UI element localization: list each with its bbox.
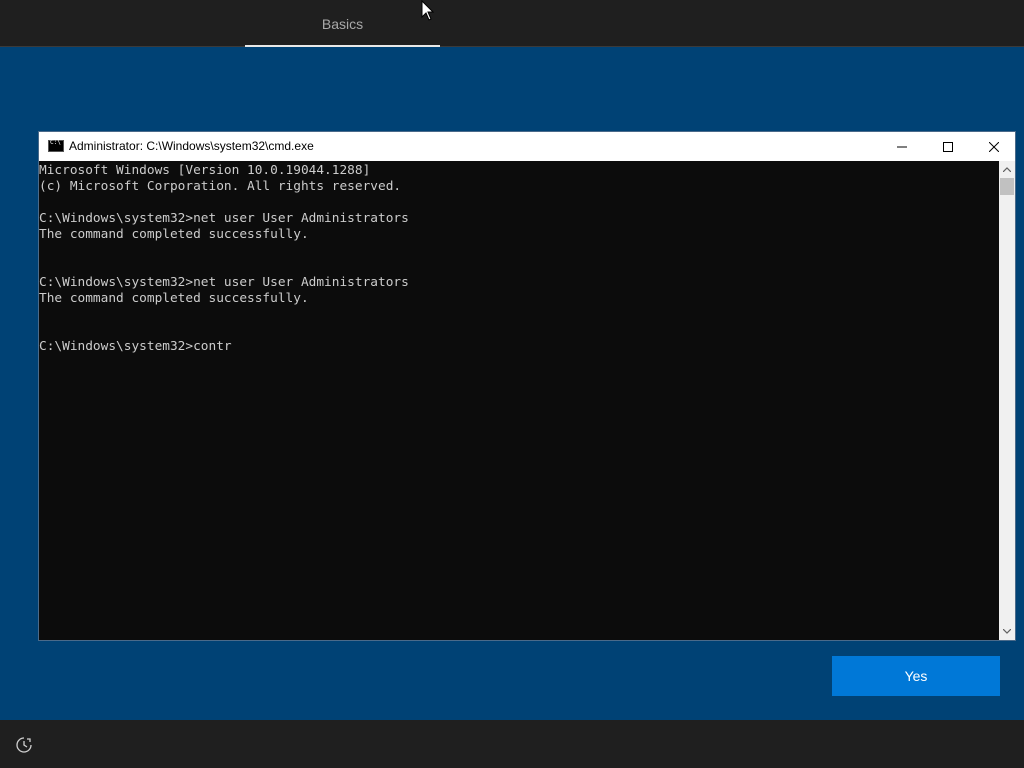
console-input-line[interactable]: C:\Windows\system32>contr — [39, 339, 999, 355]
tab-active-indicator — [245, 45, 440, 47]
console-line: The command completed successfully. — [39, 227, 309, 242]
console-line: C:\Windows\system32>net user User Admini… — [39, 275, 409, 290]
chevron-up-icon — [1003, 167, 1011, 172]
vertical-scrollbar[interactable] — [999, 161, 1015, 640]
close-button[interactable] — [971, 132, 1017, 161]
close-icon — [989, 141, 999, 152]
tab-basics: Basics — [321, 16, 364, 32]
bottom-bar — [0, 720, 1024, 768]
scroll-down-button[interactable] — [999, 623, 1015, 640]
minimize-button[interactable] — [879, 132, 925, 161]
console-line: (c) Microsoft Corporation. All rights re… — [39, 179, 402, 194]
cmd-window[interactable]: Administrator: C:\Windows\system32\cmd.e… — [38, 131, 1016, 641]
console-line: The command completed successfully. — [39, 291, 309, 306]
cmd-window-title: Administrator: C:\Windows\system32\cmd.e… — [69, 139, 314, 153]
scroll-up-button[interactable] — [999, 161, 1015, 178]
cmd-titlebar[interactable]: Administrator: C:\Windows\system32\cmd.e… — [39, 132, 1015, 161]
console-line: C:\Windows\system32>net user User Admini… — [39, 211, 409, 226]
cmd-app-icon — [48, 139, 64, 152]
maximize-icon — [943, 141, 953, 152]
mouse-cursor-icon — [421, 0, 435, 21]
yes-button[interactable]: Yes — [832, 656, 1000, 696]
maximize-button[interactable] — [925, 132, 971, 161]
ease-of-access-icon[interactable] — [15, 736, 33, 754]
chevron-down-icon — [1003, 629, 1011, 634]
console-output[interactable]: Microsoft Windows [Version 10.0.19044.12… — [39, 161, 999, 640]
console-line: Microsoft Windows [Version 10.0.19044.12… — [39, 163, 371, 178]
top-bar: Basics — [0, 0, 1024, 47]
minimize-icon — [897, 146, 907, 147]
scroll-thumb[interactable] — [1000, 178, 1014, 195]
